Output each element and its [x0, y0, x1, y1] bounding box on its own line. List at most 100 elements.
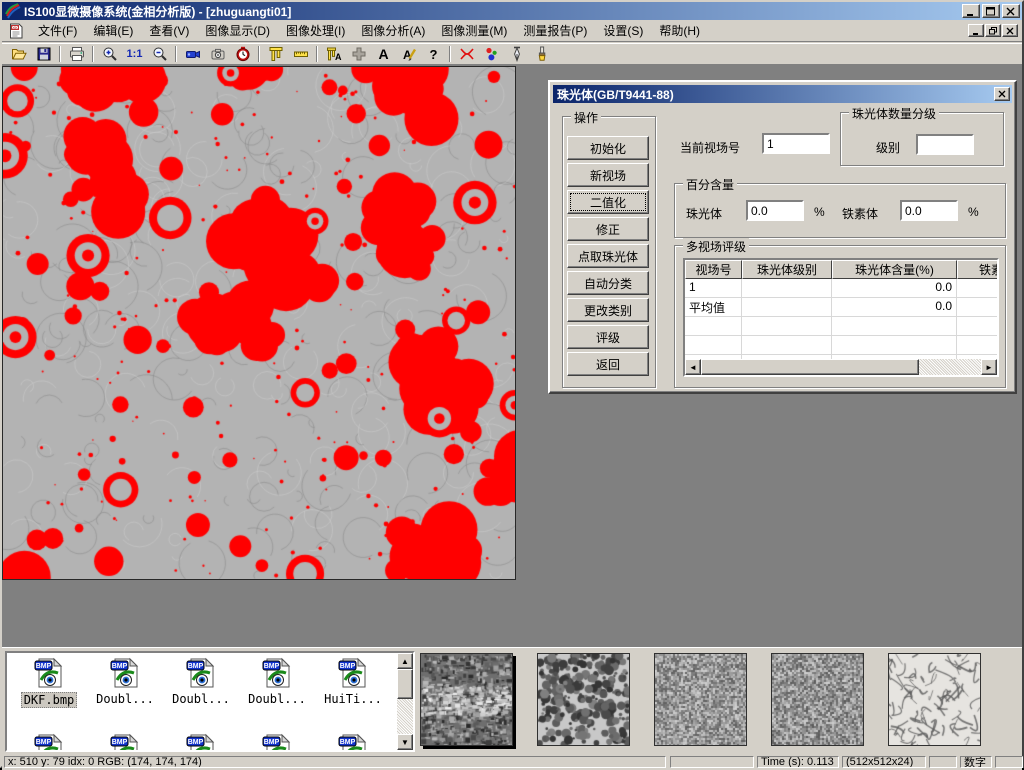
file-item[interactable]: BMPDoubl... — [89, 657, 161, 706]
svg-text:BMP: BMP — [36, 663, 52, 670]
micrograph-image[interactable] — [2, 66, 516, 580]
mdi-restore-button[interactable] — [985, 24, 1001, 37]
rating-table[interactable]: 视场号珠光体级别珠光体含量(%)铁素体 10.0平均值0.0 ◄ ► — [683, 258, 999, 377]
svg-text:BMP: BMP — [264, 663, 280, 670]
menu-item[interactable]: 编辑(E) — [85, 20, 141, 41]
level-input[interactable] — [916, 134, 974, 155]
ferrite-label: 铁素体 — [842, 205, 878, 222]
change-class-button[interactable]: 更改类别 — [567, 298, 649, 322]
bmp-file-icon: BMP — [185, 657, 217, 689]
rate-button[interactable]: 评级 — [567, 325, 649, 349]
text-tool-button[interactable]: A — [371, 44, 396, 64]
menu-item[interactable]: 图像测量(M) — [433, 20, 515, 41]
file-item[interactable]: BMPDoubl... — [165, 657, 237, 706]
table-cell — [685, 317, 742, 335]
dialog-title-bar[interactable]: 珠光体(GB/T9441-88) — [553, 85, 1012, 103]
file-item[interactable]: BMP — [13, 733, 85, 752]
caliper-tool-button[interactable] — [263, 44, 288, 64]
menu-item[interactable]: 测量报告(P) — [515, 20, 595, 41]
file-item[interactable]: BMP — [317, 733, 389, 752]
video-camera-tool-button[interactable] — [180, 44, 205, 64]
menu-item[interactable]: 设置(S) — [595, 20, 651, 41]
new-field-button[interactable]: 新视场 — [567, 163, 649, 187]
micrograph-thumbnail[interactable] — [537, 653, 630, 746]
scroll-down-icon[interactable]: ▼ — [397, 734, 413, 750]
binarize-button[interactable]: 二值化 — [567, 190, 649, 214]
micrograph-thumbnail[interactable] — [654, 653, 747, 746]
table-header-cell[interactable]: 珠光体级别 — [742, 260, 832, 279]
zoom-out-tool-button[interactable] — [147, 44, 172, 64]
correct-button[interactable]: 修正 — [567, 217, 649, 241]
table-row[interactable]: 10.0 — [685, 279, 997, 298]
toolbar-separator — [59, 46, 61, 62]
move-cross-tool-button[interactable] — [346, 44, 371, 64]
measure-text-tool-button[interactable]: A — [321, 44, 346, 64]
menu-item[interactable]: 图像显示(D) — [197, 20, 278, 41]
return-button[interactable]: 返回 — [567, 352, 649, 376]
bottom-panel: BMPDKF.bmpBMPDoubl...BMPDoubl...BMPDoubl… — [2, 647, 1022, 754]
document-icon[interactable]: DOC — [8, 23, 24, 39]
menu-bar-items: 文件(F)编辑(E)查看(V)图像显示(D)图像处理(I)图像分析(A)图像测量… — [30, 20, 708, 41]
maximize-button[interactable] — [982, 4, 1000, 18]
table-header-cell[interactable]: 视场号 — [685, 260, 742, 279]
file-item[interactable]: BMPDoubl... — [241, 657, 313, 706]
open-tool-button[interactable] — [6, 44, 31, 64]
menu-item[interactable]: 查看(V) — [141, 20, 197, 41]
print-tool-button[interactable] — [64, 44, 89, 64]
file-item[interactable]: BMPDKF.bmp — [13, 657, 85, 708]
micrograph-thumbnail[interactable] — [771, 653, 864, 746]
file-item[interactable]: BMP — [165, 733, 237, 752]
brush-tool-tool-button[interactable] — [529, 44, 554, 64]
zoom-in-tool-button[interactable] — [97, 44, 122, 64]
initialize-button[interactable]: 初始化 — [567, 136, 649, 160]
scroll-up-icon[interactable]: ▲ — [397, 653, 413, 669]
menu-item[interactable]: 图像分析(A) — [353, 20, 433, 41]
ruler-tool-button[interactable] — [288, 44, 313, 64]
zoom-in-icon — [102, 46, 118, 62]
measure-text-icon: A — [326, 46, 342, 62]
file-item[interactable]: BMPHuiTi... — [317, 657, 389, 706]
save-tool-button[interactable] — [31, 44, 56, 64]
table-header-cell[interactable]: 珠光体含量(%) — [832, 260, 957, 279]
rating-table-hscrollbar[interactable]: ◄ ► — [685, 359, 997, 375]
actual-size-tool-button[interactable]: 1:1 — [122, 44, 147, 64]
pen-tool-tool-button[interactable] — [504, 44, 529, 64]
help-tool-button[interactable]: ? — [421, 44, 446, 64]
minimize-button[interactable] — [962, 4, 980, 18]
table-row[interactable] — [685, 317, 997, 336]
curve-tool-tool-button[interactable] — [454, 44, 479, 64]
close-button[interactable] — [1002, 4, 1020, 18]
vscroll-thumb[interactable] — [397, 669, 413, 699]
hscroll-thumb[interactable] — [701, 359, 919, 375]
pick-pearlite-button[interactable]: 点取珠光体 — [567, 244, 649, 268]
timer-tool-button[interactable] — [230, 44, 255, 64]
scroll-left-icon[interactable]: ◄ — [685, 359, 701, 375]
edit-text-tool-button[interactable]: A — [396, 44, 421, 64]
camera-tool-button[interactable] — [205, 44, 230, 64]
file-item[interactable]: BMP — [241, 733, 313, 752]
menu-item[interactable]: 帮助(H) — [651, 20, 708, 41]
toolbar-separator — [258, 46, 260, 62]
menu-item[interactable]: 文件(F) — [30, 20, 85, 41]
dialog-close-button[interactable] — [994, 87, 1010, 101]
edit-text-icon: A — [401, 46, 417, 62]
mdi-close-button[interactable] — [1002, 24, 1018, 37]
menu-item[interactable]: 图像处理(I) — [278, 20, 353, 41]
mdi-minimize-button[interactable] — [968, 24, 984, 37]
file-list-vscrollbar[interactable]: ▲ ▼ — [397, 653, 413, 750]
micrograph-thumbnail[interactable] — [420, 653, 513, 746]
pearlite-percent-input[interactable] — [746, 200, 804, 221]
status-time: Time (s): 0.113 — [757, 756, 839, 768]
file-item[interactable]: BMP — [89, 733, 161, 752]
particle-analysis-tool-button[interactable] — [479, 44, 504, 64]
ferrite-percent-input[interactable] — [900, 200, 958, 221]
auto-classify-button[interactable]: 自动分类 — [567, 271, 649, 295]
scroll-right-icon[interactable]: ► — [981, 359, 997, 375]
table-cell: 0.0 — [832, 298, 957, 316]
file-list[interactable]: BMPDKF.bmpBMPDoubl...BMPDoubl...BMPDoubl… — [5, 651, 415, 752]
current-field-input[interactable] — [762, 133, 830, 154]
table-row[interactable]: 平均值0.0 — [685, 298, 997, 317]
table-header-cell[interactable]: 铁素体 — [957, 260, 999, 279]
table-row[interactable] — [685, 336, 997, 355]
micrograph-thumbnail[interactable] — [888, 653, 981, 746]
